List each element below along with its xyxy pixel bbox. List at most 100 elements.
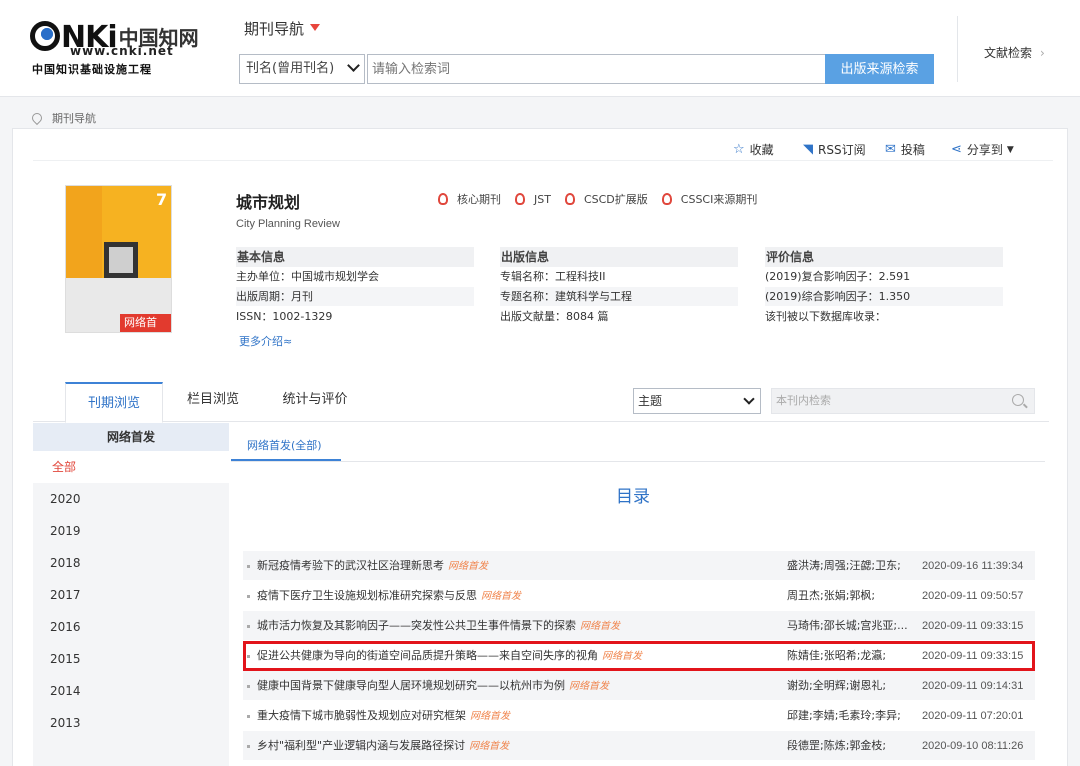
online-first-tag: 网络首发 bbox=[448, 561, 488, 572]
online-first-tag: 网络首发 bbox=[469, 741, 510, 752]
publish-info: 出版信息 专辑名称：工程科技II 专题名称：建筑科学与工程 出版文献量：8084… bbox=[500, 247, 738, 327]
article-title[interactable]: 重大疫情下城市脆弱性及规划应对研究框架 bbox=[257, 709, 466, 722]
caret-down-icon[interactable] bbox=[310, 24, 320, 31]
online-first-tag: 网络首发 bbox=[569, 681, 609, 692]
medal-icon bbox=[515, 193, 525, 205]
share-button[interactable]: ⋖ 分享到 ▼ bbox=[951, 141, 1014, 158]
tab-stats[interactable]: 统计与评价 bbox=[278, 382, 352, 422]
more-intro-link[interactable]: 更多介绍≈ bbox=[239, 333, 292, 349]
inner-search-placeholder: 本刊内检索 bbox=[776, 394, 831, 407]
sidebar-item-year[interactable]: 2013 bbox=[33, 707, 229, 739]
search-type-select[interactable]: 刊名(曾用刊名) bbox=[239, 54, 365, 84]
article-title[interactable]: 健康中国背景下健康导向型人居环境规划研究——以杭州市为例 bbox=[257, 679, 565, 692]
article-authors[interactable]: 陈婧佳;张昭希;龙瀛; bbox=[787, 641, 886, 671]
sidebar-item-year[interactable]: 2014 bbox=[33, 675, 229, 707]
sidebar-item-year[interactable]: 2019 bbox=[33, 515, 229, 547]
info-row: 该刊被以下数据库收录： bbox=[765, 307, 1003, 327]
rss-label: RSS订阅 bbox=[818, 143, 866, 157]
favorite-button[interactable]: ☆ 收藏 bbox=[733, 141, 774, 158]
article-date: 2020-09-16 11:39:34 bbox=[922, 560, 1024, 572]
bullet bbox=[247, 715, 250, 718]
article-title[interactable]: 疫情下医疗卫生设施规划标准研究探索与反思 bbox=[257, 589, 477, 602]
article-title[interactable]: 新冠疫情考验下的武汉社区治理新思考 bbox=[257, 559, 444, 572]
star-icon: ☆ bbox=[733, 142, 745, 157]
tag-label: CSSCI来源期刊 bbox=[680, 193, 758, 206]
journal-tags: 核心期刊 JST CSCD扩展版 CSSCI来源期刊 bbox=[438, 191, 757, 207]
tag-label: 核心期刊 bbox=[457, 193, 501, 206]
submit-button[interactable]: ✉ 投稿 bbox=[885, 141, 925, 158]
doc-search-link[interactable]: 文献检索 › bbox=[984, 44, 1045, 61]
chevron-down-icon bbox=[347, 59, 360, 72]
article-title[interactable]: 城市活力恢复及其影响因子——突发性公共卫生事件情景下的探索 bbox=[257, 619, 576, 632]
toc-title: 目录 bbox=[616, 487, 650, 507]
article-authors[interactable]: 谢劲;全明辉;谢恩礼; bbox=[787, 671, 886, 701]
article-title-cell: 促进公共健康为导向的街道空间品质提升策略——来自空间失序的视角 网络首发 bbox=[257, 641, 642, 672]
article-title-cell: 城市活力恢复及其影响因子——突发性公共卫生事件情景下的探索 网络首发 bbox=[257, 611, 620, 642]
sidebar-item-all[interactable]: 全部 bbox=[33, 451, 229, 483]
article-title-cell: 乡村"福利型"产业逻辑内涵与发展路径探讨 网络首发 bbox=[257, 731, 509, 762]
topic-select[interactable]: 主题 bbox=[633, 388, 761, 414]
article-row[interactable]: 新冠疫情考验下的武汉社区治理新思考 网络首发 盛洪涛;周强;汪勰;卫东; 2020… bbox=[243, 551, 1035, 581]
article-row[interactable]: 疫情下医疗卫生设施规划标准研究探索与反思 网络首发 周丑杰;张娟;郭枫; 2020… bbox=[243, 581, 1035, 611]
article-row[interactable]: 健康中国背景下健康导向型人居环境规划研究——以杭州市为例 网络首发 谢劲;全明辉;… bbox=[243, 671, 1035, 701]
sidebar-item-year[interactable]: 2017 bbox=[33, 579, 229, 611]
article-date: 2020-09-11 07:20:01 bbox=[922, 710, 1024, 722]
tag-cssci: CSSCI来源期刊 bbox=[661, 191, 758, 207]
article-row-highlighted[interactable]: 促进公共健康为导向的街道空间品质提升策略——来自空间失序的视角 网络首发 陈婧佳;… bbox=[243, 641, 1035, 671]
tag-label: JST bbox=[534, 192, 551, 206]
bullet bbox=[247, 595, 250, 598]
info-row: (2019)复合影响因子：2.591 bbox=[765, 267, 1003, 287]
article-title[interactable]: 促进公共健康为导向的街道空间品质提升策略——来自空间失序的视角 bbox=[257, 649, 598, 662]
article-title-cell: 健康中国背景下健康导向型人居环境规划研究——以杭州市为例 网络首发 bbox=[257, 671, 609, 702]
year-sidebar: 网络首发 全部 2020 2019 2018 2017 2016 2015 20… bbox=[33, 423, 229, 766]
journal-panel: ☆ 收藏 ◥ RSS订阅 ✉ 投稿 ⋖ 分享到▼ 7 网络首发 城市规划 City Pl… bbox=[12, 128, 1068, 766]
rss-icon: ◥ bbox=[803, 142, 813, 157]
article-row[interactable]: 乡村"福利型"产业逻辑内涵与发展路径探讨 网络首发 段德罡;陈炼;郭金枝; 202… bbox=[243, 731, 1035, 761]
journal-nav-title[interactable]: 期刊导航 bbox=[244, 18, 304, 39]
article-date: 2020-09-11 09:14:31 bbox=[922, 680, 1024, 692]
source-search-button[interactable]: 出版来源检索 bbox=[825, 54, 934, 84]
bullet bbox=[247, 625, 250, 628]
article-title[interactable]: 乡村"福利型"产业逻辑内涵与发展路径探讨 bbox=[257, 739, 465, 752]
search-type-value: 刊名(曾用刊名) bbox=[246, 61, 335, 76]
article-title-cell: 重大疫情下城市脆弱性及规划应对研究框架 网络首发 bbox=[257, 701, 510, 732]
bullet bbox=[247, 565, 250, 568]
rss-button[interactable]: ◥ RSS订阅 bbox=[803, 141, 866, 158]
cover-issue-number: 7 bbox=[156, 190, 168, 209]
info-row: ISSN：1002-1329 bbox=[236, 307, 474, 327]
online-first-tag: 网络首发 bbox=[470, 711, 510, 722]
chevron-right-icon: › bbox=[1040, 46, 1045, 60]
info-row: 专辑名称：工程科技II bbox=[500, 267, 738, 287]
info-row: 出版周期：月刊 bbox=[236, 287, 474, 307]
tag-cscd: CSCD扩展版 bbox=[564, 191, 648, 207]
inner-search-input[interactable]: 本刊内检索 bbox=[771, 388, 1035, 414]
search-input[interactable] bbox=[367, 54, 826, 84]
sidebar-item-year[interactable]: 2015 bbox=[33, 643, 229, 675]
article-authors[interactable]: 盛洪涛;周强;汪勰;卫东; bbox=[787, 551, 901, 581]
search-icon[interactable] bbox=[1012, 394, 1024, 406]
sidebar-item-year[interactable]: 2020 bbox=[33, 483, 229, 515]
tag-core: 核心期刊 bbox=[438, 191, 501, 207]
journal-cover[interactable]: 7 网络首发 bbox=[65, 185, 172, 333]
article-row[interactable]: 重大疫情下城市脆弱性及规划应对研究框架 网络首发 邱建;李婧;毛素玲;李异; 20… bbox=[243, 701, 1035, 731]
tab-issue-browse[interactable]: 刊期浏览 bbox=[65, 382, 163, 423]
article-date: 2020-09-11 09:33:15 bbox=[922, 620, 1024, 632]
cnki-logo[interactable]: NKi 中国知网 www.cnki.net 中国知识基础设施工程 bbox=[30, 18, 200, 78]
article-date: 2020-09-10 08:11:26 bbox=[922, 740, 1024, 752]
sidebar-item-year[interactable]: 2016 bbox=[33, 611, 229, 643]
article-authors[interactable]: 周丑杰;张娟;郭枫; bbox=[787, 581, 875, 611]
logo-url: www.cnki.net bbox=[70, 44, 174, 58]
tab-online-first-all[interactable]: 网络首发(全部) bbox=[231, 435, 341, 461]
toc-content: 目录 新冠疫情考验下的武汉社区治理新思考 网络首发 盛洪涛;周强;汪勰;卫东; 2… bbox=[231, 461, 1045, 766]
submit-label: 投稿 bbox=[900, 143, 925, 157]
favorite-label: 收藏 bbox=[749, 143, 774, 157]
tag-jst: JST bbox=[515, 191, 551, 207]
sidebar-item-year[interactable]: 2018 bbox=[33, 547, 229, 579]
medal-icon bbox=[438, 193, 448, 205]
article-row[interactable]: 城市活力恢复及其影响因子——突发性公共卫生事件情景下的探索 网络首发 马琦伟;邵长… bbox=[243, 611, 1035, 641]
article-authors[interactable]: 马琦伟;邵长城;宫兆亚;... bbox=[787, 611, 908, 641]
breadcrumb-item[interactable]: 期刊导航 bbox=[52, 110, 96, 126]
article-authors[interactable]: 段德罡;陈炼;郭金枝; bbox=[787, 731, 886, 761]
tab-column-browse[interactable]: 栏目浏览 bbox=[183, 382, 243, 422]
article-authors[interactable]: 邱建;李婧;毛素玲;李异; bbox=[787, 701, 901, 731]
